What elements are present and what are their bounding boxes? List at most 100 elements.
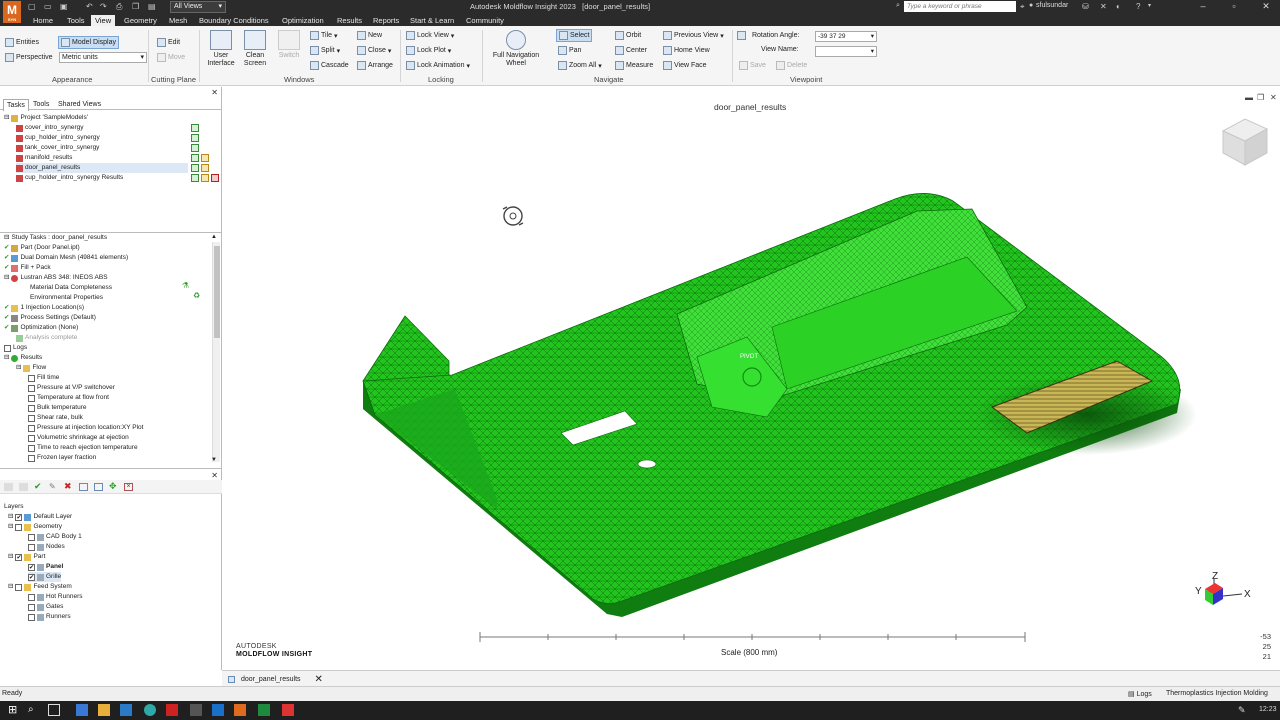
moldflow-taskbar-icon[interactable] <box>234 704 246 716</box>
result-checkbox[interactable] <box>28 424 35 432</box>
layer-row[interactable]: Gates <box>28 602 63 612</box>
units-select[interactable]: Metric units ▾ <box>59 52 147 63</box>
zoom-all-button[interactable]: Zoom All ▾ <box>558 61 602 70</box>
result-row[interactable]: Time to reach ejection temperature <box>28 443 138 453</box>
scrollbar-thumb[interactable] <box>214 246 220 338</box>
layer-checkbox[interactable] <box>28 603 35 611</box>
doc-tab-active[interactable]: door_panel_results ✕ <box>228 673 323 685</box>
full-navigation-wheel-button[interactable]: Full Navigation Wheel <box>488 30 544 68</box>
layer-checkbox[interactable] <box>28 543 35 551</box>
user-interface-button[interactable]: User Interface <box>204 30 238 68</box>
logs-button[interactable]: ▤ Logs <box>1128 690 1152 698</box>
menu-optimization[interactable]: Optimization <box>282 15 324 26</box>
store-icon[interactable] <box>120 704 132 716</box>
view-face-button[interactable]: View Face <box>663 61 707 70</box>
save-icon[interactable]: ▣ <box>60 2 68 11</box>
print-icon[interactable]: ⎙ <box>116 2 122 12</box>
layer-row[interactable]: ✔ Grille <box>28 572 62 582</box>
task-row[interactable]: Material Data Completeness <box>30 283 112 293</box>
measure-button[interactable]: Measure <box>615 61 653 70</box>
study-item[interactable]: tank_cover_intro_synergy <box>16 143 99 153</box>
exchange-icon[interactable]: ✕ <box>1100 2 1107 11</box>
result-checkbox[interactable] <box>28 434 35 442</box>
close-icon[interactable]: ✕ <box>211 88 218 97</box>
redo-icon[interactable]: ↷ <box>100 2 107 11</box>
home-view-button[interactable]: Home View <box>663 46 710 55</box>
cart-icon[interactable]: ⛁ <box>1082 2 1089 11</box>
result-checkbox[interactable] <box>28 374 35 382</box>
pan-button[interactable]: Pan <box>558 46 581 55</box>
undo-icon[interactable]: ↶ <box>86 2 93 11</box>
task-view-icon[interactable] <box>48 704 60 716</box>
delete-layer-icon[interactable] <box>19 483 28 491</box>
result-checkbox[interactable] <box>28 384 35 392</box>
close-window-button[interactable]: ✕ <box>1256 1 1276 12</box>
center-button[interactable]: Center <box>615 46 647 55</box>
app-icon-red[interactable] <box>166 704 178 716</box>
layer-row[interactable]: ⊟ Geometry <box>8 522 62 532</box>
logs-checkbox[interactable] <box>4 344 11 352</box>
layer-row[interactable]: Hot Runners <box>28 592 83 602</box>
orbit-button[interactable]: Orbit <box>615 31 641 40</box>
study-item[interactable]: cup_holder_intro_synergy <box>16 133 100 143</box>
study-item[interactable]: manifold_results <box>16 153 72 163</box>
layer-checkbox[interactable] <box>28 593 35 601</box>
scroll-up-icon[interactable]: ▲ <box>211 234 217 240</box>
menu-mesh[interactable]: Mesh <box>169 15 187 26</box>
result-checkbox[interactable] <box>28 454 35 462</box>
layer-row[interactable]: ✔ Panel <box>28 562 63 572</box>
account-icon[interactable]: ◐ <box>1116 2 1121 11</box>
lock-plot-button[interactable]: Lock Plot ▾ <box>406 46 451 55</box>
result-row[interactable]: Shear rate, bulk <box>28 413 83 423</box>
task-row[interactable]: ✔ Dual Domain Mesh (49841 elements) <box>4 253 128 263</box>
menu-reports[interactable]: Reports <box>373 15 399 26</box>
tile-button[interactable]: Tile ▾ <box>310 31 338 40</box>
perspective-button[interactable]: Perspective <box>5 53 53 62</box>
result-row[interactable]: Fill time <box>28 373 59 383</box>
close-tab-icon[interactable]: ✕ <box>315 674 323 685</box>
layer-checkbox[interactable]: ✔ <box>15 513 23 521</box>
help-dropdown-icon[interactable]: ▾ <box>1148 2 1151 9</box>
mail-app-icon[interactable] <box>76 704 88 716</box>
layer-checkbox[interactable] <box>28 533 35 541</box>
clean-screen-button[interactable]: Clean Screen <box>240 30 270 68</box>
copy-icon[interactable]: ❐ <box>132 2 139 11</box>
app-icon-red-2[interactable] <box>282 704 294 716</box>
study-item[interactable]: cup_holder_intro_synergy Results <box>16 173 123 183</box>
task-row[interactable]: ✔ Optimization (None) <box>4 323 78 333</box>
entities-button[interactable]: Entities <box>5 38 39 47</box>
task-row[interactable]: Environmental Properties <box>30 293 103 303</box>
result-checkbox[interactable] <box>28 414 35 422</box>
file-explorer-icon[interactable] <box>98 704 110 716</box>
switch-button[interactable]: Switch <box>274 30 304 60</box>
result-row[interactable]: Bulk temperature <box>28 403 87 413</box>
expand-icon[interactable] <box>79 483 88 491</box>
model-canvas[interactable]: PIVOT Z Y X <box>227 89 1280 670</box>
layer-row[interactable]: Runners <box>28 612 71 622</box>
view-cube[interactable] <box>1221 118 1269 166</box>
task-row[interactable]: Logs <box>4 343 27 353</box>
layer-checkbox[interactable] <box>15 523 23 531</box>
result-row[interactable]: Pressure at V/P switchover <box>28 383 115 393</box>
layer-checkbox[interactable] <box>15 583 23 591</box>
paste-icon[interactable]: ▤ <box>148 2 156 11</box>
lock-animation-button[interactable]: Lock Animation ▾ <box>406 61 470 70</box>
menu-boundary-conditions[interactable]: Boundary Conditions <box>199 15 269 26</box>
door-panel-model[interactable]: PIVOT <box>362 193 1197 617</box>
study-item-selected[interactable]: door_panel_results <box>16 163 188 173</box>
maximize-button[interactable]: ▫ <box>1224 1 1244 11</box>
layer-checkbox[interactable]: ✔ <box>28 573 35 581</box>
search-input[interactable]: Type a keyword or phrase <box>904 1 1016 12</box>
excel-icon[interactable] <box>258 704 270 716</box>
result-row[interactable]: Temperature at flow front <box>28 393 109 403</box>
edit-icon[interactable]: ✎ <box>49 482 56 491</box>
outlook-icon[interactable] <box>212 704 224 716</box>
scroll-down-icon[interactable]: ▼ <box>211 457 217 463</box>
select-button[interactable]: Select <box>556 29 593 42</box>
layer-checkbox[interactable] <box>28 613 35 621</box>
app-icon-gray[interactable] <box>190 704 202 716</box>
windows-start-icon[interactable]: ⊞ <box>8 704 20 716</box>
new-layer-icon[interactable] <box>4 483 13 491</box>
task-row[interactable]: ✔ 1 Injection Location(s) <box>4 303 84 313</box>
result-checkbox[interactable] <box>28 404 35 412</box>
